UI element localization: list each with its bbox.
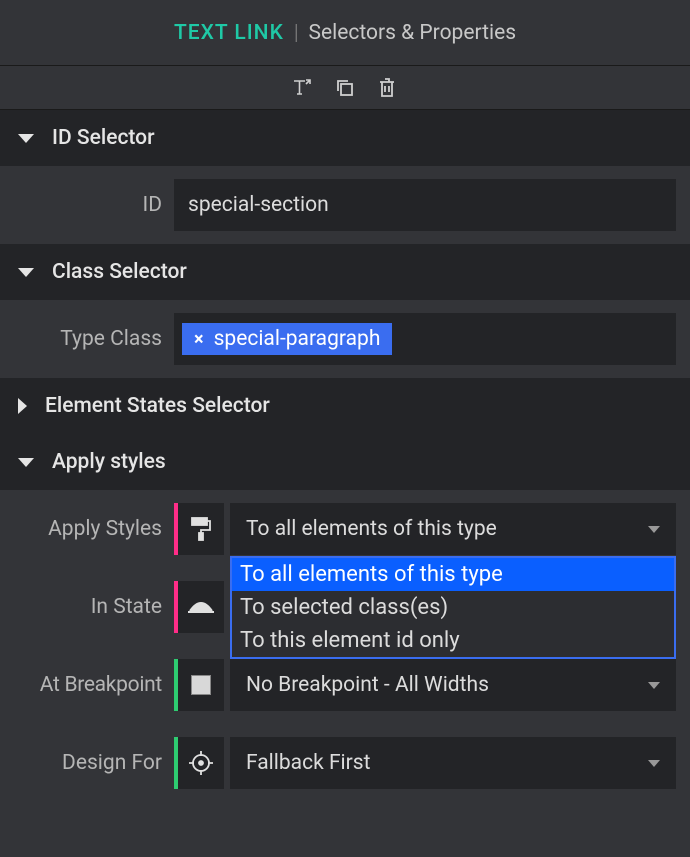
collapse-arrow-icon (18, 268, 34, 277)
id-value: special-section (188, 193, 329, 217)
section-element-states[interactable]: Element States Selector (0, 378, 690, 434)
at-breakpoint-select[interactable]: No Breakpoint - All Widths (230, 659, 676, 711)
chevron-down-icon (648, 760, 660, 767)
paint-roller-icon[interactable] (174, 503, 224, 555)
section-id-selector[interactable]: ID Selector (0, 110, 690, 166)
chevron-down-icon (648, 526, 660, 533)
at-breakpoint-value: No Breakpoint - All Widths (246, 673, 489, 697)
collapse-arrow-icon (18, 134, 34, 143)
section-title: Element States Selector (45, 394, 270, 418)
dropdown-option[interactable]: To all elements of this type (232, 558, 674, 591)
section-title: ID Selector (52, 126, 155, 150)
id-label: ID (14, 193, 174, 217)
breakpoint-icon[interactable] (174, 659, 224, 711)
section-class-selector[interactable]: Class Selector (0, 244, 690, 300)
class-tag[interactable]: × special-paragraph (182, 323, 392, 355)
text-edit-icon[interactable] (292, 77, 314, 99)
component-name: TEXT LINK (174, 21, 284, 45)
design-for-row: Design For Fallback First (0, 724, 690, 802)
design-for-select[interactable]: Fallback First (230, 737, 676, 789)
panel-header: TEXT LINK | Selectors & Properties (0, 0, 690, 66)
collapse-arrow-icon (18, 458, 34, 467)
dropdown-option[interactable]: To selected class(es) (232, 591, 674, 624)
remove-class-icon[interactable]: × (194, 329, 204, 350)
at-breakpoint-label: At Breakpoint (14, 673, 174, 697)
apply-styles-select[interactable]: To all elements of this type (230, 503, 676, 555)
apply-styles-value: To all elements of this type (246, 517, 497, 541)
id-input[interactable]: special-section (174, 179, 676, 231)
apply-styles-row: Apply Styles To all elements of this typ… (0, 490, 690, 568)
toolbar (0, 66, 690, 110)
state-icon[interactable] (174, 581, 224, 633)
class-tag-label: special-paragraph (214, 327, 381, 351)
chevron-down-icon (648, 682, 660, 689)
apply-styles-label: Apply Styles (14, 517, 174, 541)
section-title: Class Selector (52, 260, 187, 284)
expand-arrow-icon (18, 398, 27, 414)
dropdown-option[interactable]: To this element id only (232, 624, 674, 657)
id-row: ID special-section (0, 166, 690, 244)
panel-title: Selectors & Properties (309, 21, 517, 45)
in-state-label: In State (14, 595, 174, 619)
section-apply-styles[interactable]: Apply styles (0, 434, 690, 490)
type-class-row: Type Class × special-paragraph (0, 300, 690, 378)
design-for-value: Fallback First (246, 751, 371, 775)
type-class-label: Type Class (14, 327, 174, 351)
target-icon[interactable] (174, 737, 224, 789)
trash-icon[interactable] (376, 77, 398, 99)
section-title: Apply styles (52, 450, 166, 474)
design-for-label: Design For (14, 751, 174, 775)
type-class-input[interactable]: × special-paragraph (174, 313, 676, 365)
apply-styles-dropdown: To all elements of this type To selected… (230, 556, 676, 659)
duplicate-icon[interactable] (334, 77, 356, 99)
header-divider: | (294, 21, 299, 45)
